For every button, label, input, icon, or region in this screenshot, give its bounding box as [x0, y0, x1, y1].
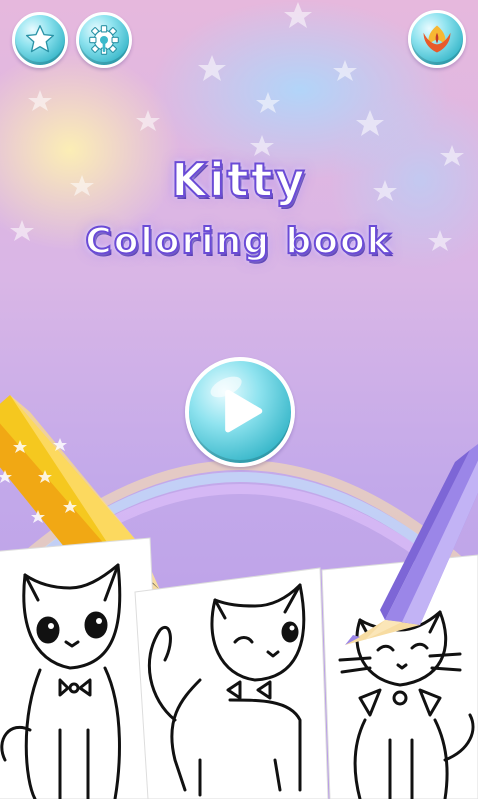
coloring-page-2: [134, 567, 329, 799]
coloring-page-1: [0, 537, 163, 799]
decorative-coloring-pages: [0, 395, 478, 799]
